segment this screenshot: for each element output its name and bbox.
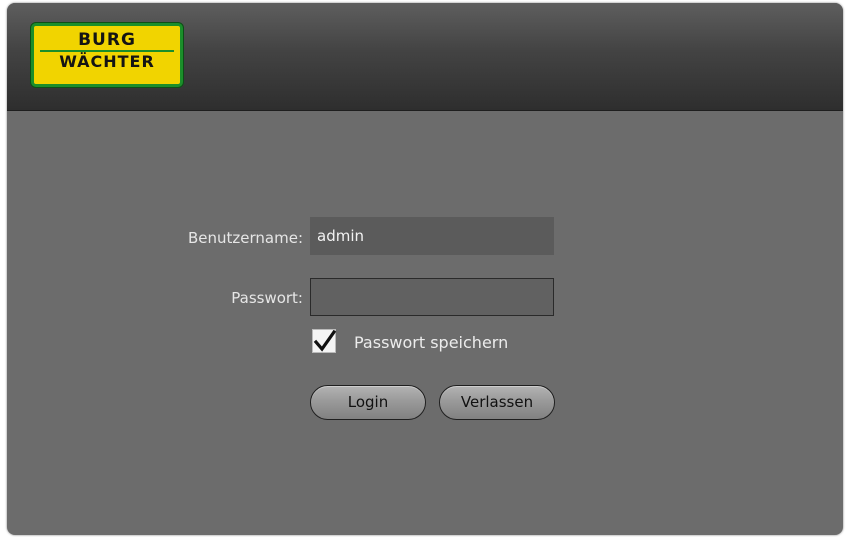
username-label: Benutzername: (187, 229, 303, 247)
login-window: BURG WÄCHTER Benutzername: admin Passwor… (7, 3, 843, 535)
remember-password-label[interactable]: Passwort speichern (354, 333, 508, 352)
username-field[interactable]: admin (310, 217, 554, 255)
login-button[interactable]: Login (310, 385, 426, 420)
password-label: Passwort: (231, 289, 303, 307)
header-bar: BURG WÄCHTER (7, 3, 843, 111)
password-field[interactable] (310, 278, 554, 316)
logo-line-2: WÄCHTER (59, 52, 155, 71)
remember-password-checkbox[interactable] (312, 329, 337, 353)
leave-button[interactable]: Verlassen (439, 385, 555, 420)
burg-waechter-logo: BURG WÄCHTER (31, 23, 183, 87)
checkmark-icon (313, 330, 337, 352)
logo-line-1: BURG (78, 30, 136, 50)
